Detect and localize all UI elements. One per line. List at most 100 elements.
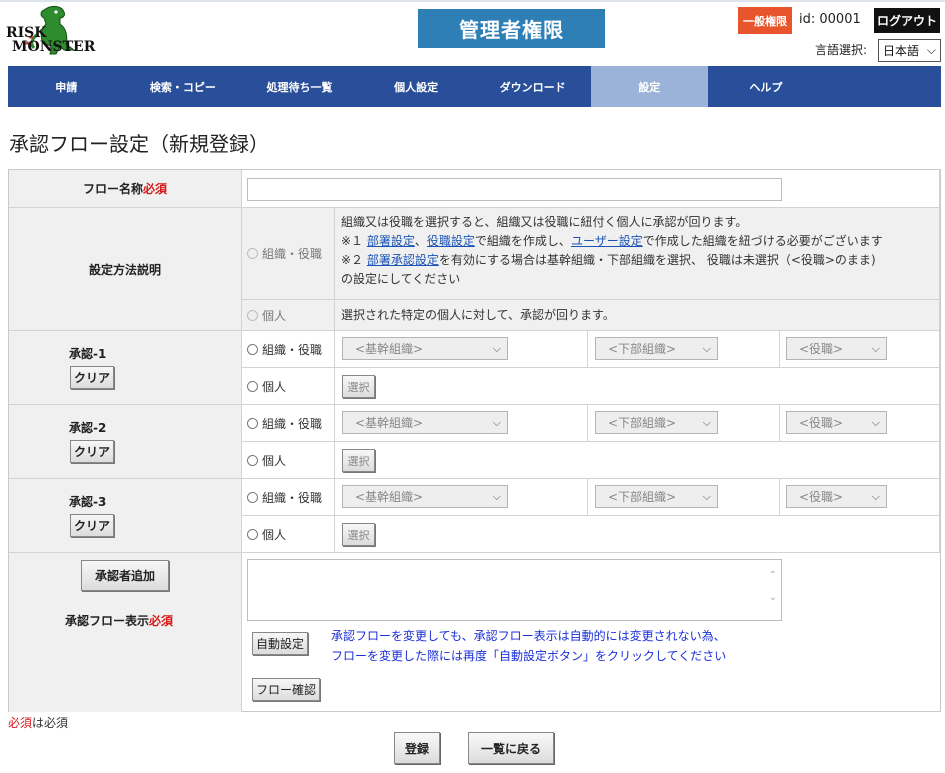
- position-settings-link[interactable]: 役職設定: [427, 234, 475, 248]
- approval-3-person-radio[interactable]: 個人: [247, 526, 286, 543]
- approval-3-label-cell: 承認-3 クリア: [9, 479, 242, 553]
- flow-display-textarea[interactable]: ⌃ ⌄: [247, 559, 782, 621]
- approval-1-sub-org-select[interactable]: <下部組織> ⌵: [595, 337, 718, 360]
- nav-item-help[interactable]: ヘルプ: [708, 66, 825, 107]
- flow-display-cell: ⌃ ⌄ 自動設定 承認フローを変更しても、承認フロー表示は自動的には変更されない…: [242, 553, 940, 712]
- nav-item-apply[interactable]: 申請: [8, 66, 125, 107]
- approval-3-position-select[interactable]: <役職> ⌵: [786, 485, 887, 508]
- nav-item-personal-settings[interactable]: 個人設定: [358, 66, 475, 107]
- chevron-down-icon: ⌵: [702, 490, 711, 503]
- scroll-up-icon[interactable]: ⌃: [769, 570, 777, 581]
- department-approval-settings-link[interactable]: 部署承認設定: [367, 253, 439, 267]
- approval-2-sub-org-cell: <下部組織> ⌵: [588, 405, 780, 442]
- auto-set-note: 承認フローを変更しても、承認フロー表示は自動的には変更されない為、 フローを変更…: [331, 629, 727, 663]
- scroll-down-icon[interactable]: ⌄: [769, 592, 777, 603]
- language-value: 日本語: [883, 44, 920, 58]
- approval-1-main-org-cell: <基幹組織> ⌵: [335, 331, 588, 368]
- method-org-cell: 組織・役職: [242, 208, 335, 300]
- method-org-description: 組織又は役職を選択すると、組織又は役職に紐付く個人に承認が回ります。 ※１ 部署…: [335, 208, 940, 300]
- approval-2-person-radio[interactable]: 個人: [247, 452, 286, 469]
- chevron-down-icon: ⌵: [492, 416, 501, 429]
- nav-item-download[interactable]: ダウンロード: [474, 66, 591, 107]
- add-approver-button[interactable]: 承認者追加: [81, 560, 169, 591]
- approval-3-main-org-cell: <基幹組織> ⌵: [335, 479, 588, 516]
- approval-1-org-radio-cell: 組織・役職: [242, 331, 335, 368]
- approval-1-org-radio[interactable]: 組織・役職: [247, 341, 322, 358]
- flow-name-label: フロー名称必須: [9, 170, 242, 208]
- method-person-cell: 個人: [242, 300, 335, 331]
- language-label: 言語選択:: [815, 43, 868, 57]
- approval-1-person-radio-cell: 個人: [242, 368, 335, 405]
- method-label: 設定方法説明: [9, 208, 242, 331]
- nav-item-pending[interactable]: 処理待ち一覧: [241, 66, 358, 107]
- method-person-radio: 個人: [247, 307, 286, 324]
- flow-name-cell: [242, 170, 940, 208]
- register-button[interactable]: 登録: [394, 732, 440, 764]
- approval-2-sub-org-select[interactable]: <下部組織> ⌵: [595, 411, 718, 434]
- flow-display-label-cell: 承認者追加 承認フロー表示必須: [9, 553, 242, 712]
- approval-1-label-cell: 承認-1 クリア: [9, 331, 242, 405]
- approval-1-main-org-select[interactable]: <基幹組織> ⌵: [342, 337, 508, 360]
- top-border: [0, 0, 945, 2]
- auto-set-button[interactable]: 自動設定: [252, 632, 308, 655]
- flow-confirm-button[interactable]: フロー確認: [252, 678, 320, 701]
- approval-2-main-org-select[interactable]: <基幹組織> ⌵: [342, 411, 508, 434]
- method-person-description: 選択された特定の個人に対して、承認が回ります。: [335, 300, 940, 331]
- flow-display-label: 承認フロー表示必須: [65, 614, 174, 628]
- language-select[interactable]: 日本語 ⌵: [878, 39, 941, 62]
- clear-button-2[interactable]: クリア: [70, 440, 114, 463]
- required-mark: 必須: [149, 614, 174, 628]
- method-org-radio: 組織・役職: [247, 245, 322, 262]
- approval-2-label: 承認-2: [69, 421, 107, 435]
- user-id: id: 00001: [799, 12, 861, 27]
- approval-1-label: 承認-1: [69, 347, 107, 361]
- department-settings-link[interactable]: 部署設定: [367, 234, 415, 248]
- chevron-down-icon: ⌵: [871, 416, 880, 429]
- approval-flow-form: フロー名称必須 設定方法説明 組織・役職 組織又は役職を選択すると、組織又は役職…: [8, 169, 941, 712]
- approval-3-main-org-select[interactable]: <基幹組織> ⌵: [342, 485, 508, 508]
- approval-2-person-cell: 選択: [335, 442, 940, 479]
- approval-3-sub-org-cell: <下部組織> ⌵: [588, 479, 780, 516]
- approval-1-person-cell: 選択: [335, 368, 940, 405]
- approval-3-position-cell: <役職> ⌵: [780, 479, 940, 516]
- approval-2-main-org-cell: <基幹組織> ⌵: [335, 405, 588, 442]
- nav-item-search-copy[interactable]: 検索・コピー: [125, 66, 242, 107]
- header: RISK MONSTER 管理者権限 一般権限 id: 00001 ログアウト …: [0, 0, 945, 66]
- permission-badge[interactable]: 一般権限: [738, 7, 792, 34]
- approval-1-position-cell: <役職> ⌵: [780, 331, 940, 368]
- approval-2-label-cell: 承認-2 クリア: [9, 405, 242, 479]
- chevron-down-icon: ⌵: [926, 43, 936, 57]
- approval-1-sub-org-cell: <下部組織> ⌵: [588, 331, 780, 368]
- chevron-down-icon: ⌵: [871, 342, 880, 355]
- chevron-down-icon: ⌵: [871, 490, 880, 503]
- approval-1-position-select[interactable]: <役職> ⌵: [786, 337, 887, 360]
- approval-3-person-cell: 選択: [335, 516, 940, 553]
- back-to-list-button[interactable]: 一覧に戻る: [468, 732, 554, 764]
- brand-wordmark: RISK MONSTER: [6, 25, 96, 55]
- chevron-down-icon: ⌵: [702, 342, 711, 355]
- approval-3-person-radio-cell: 個人: [242, 516, 335, 553]
- admin-banner: 管理者権限: [418, 9, 605, 48]
- approval-1-person-radio[interactable]: 個人: [247, 378, 286, 395]
- approval-2-org-radio-cell: 組織・役職: [242, 405, 335, 442]
- approval-3-select-button[interactable]: 選択: [342, 523, 375, 546]
- approval-3-org-radio[interactable]: 組織・役職: [247, 489, 322, 506]
- user-settings-link[interactable]: ユーザー設定: [571, 234, 643, 248]
- logout-button[interactable]: ログアウト: [874, 8, 940, 33]
- approval-2-person-radio-cell: 個人: [242, 442, 335, 479]
- approval-2-position-select[interactable]: <役職> ⌵: [786, 411, 887, 434]
- approval-2-select-button[interactable]: 選択: [342, 449, 375, 472]
- approval-2-org-radio[interactable]: 組織・役職: [247, 415, 322, 432]
- page-title: 承認フロー設定（新規登録）: [9, 132, 269, 156]
- flow-name-input[interactable]: [247, 178, 782, 201]
- approval-1-select-button[interactable]: 選択: [342, 375, 375, 398]
- required-note: 必須は必須: [8, 716, 69, 730]
- clear-button-1[interactable]: クリア: [70, 366, 114, 389]
- chevron-down-icon: ⌵: [492, 342, 501, 355]
- approval-3-org-radio-cell: 組織・役職: [242, 479, 335, 516]
- nav-item-settings[interactable]: 設定: [590, 66, 708, 107]
- clear-button-3[interactable]: クリア: [70, 514, 114, 537]
- required-mark: 必須: [143, 182, 168, 196]
- approval-3-sub-org-select[interactable]: <下部組織> ⌵: [595, 485, 718, 508]
- approval-2-position-cell: <役職> ⌵: [780, 405, 940, 442]
